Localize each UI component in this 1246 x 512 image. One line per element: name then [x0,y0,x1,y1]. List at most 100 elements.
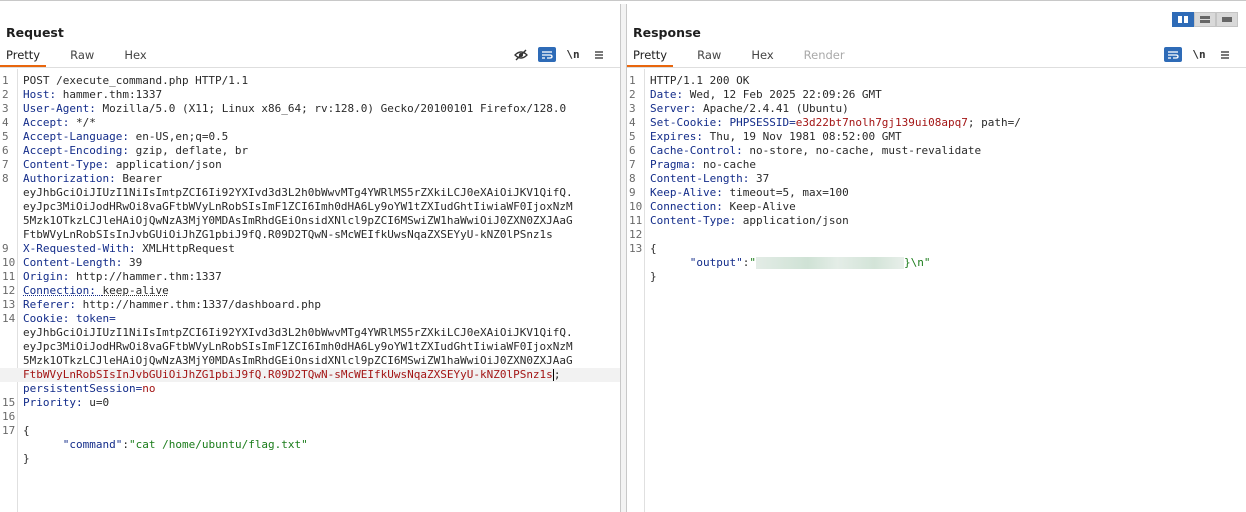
code-line-wrapped: eyJhbGciOiJIUzI1NiIsImtpZCI6Ii92YXIvd3d3… [0,186,620,200]
code-line: 2 Host: hammer.thm:1337 [2,88,163,101]
code-line-wrapped: eyJpc3MiOiJodHRwOi8vaGFtbWVyLnRobSIsImF1… [0,200,620,214]
code-line: 9 X-Requested-With: XMLHttpRequest [2,242,235,255]
code-line: 3 User-Agent: Mozilla/5.0 (X11; Linux x86… [2,102,567,115]
header-value: Bearer [122,172,163,185]
code-line-wrapped: persistentSession=no [23,382,156,395]
header-value: keep-alive [102,284,169,297]
cookie-value: e3d22bt7nolh7gj139ui08apq7 [795,116,968,129]
request-editor[interactable]: 1 POST /execute_command.php HTTP/1.1 2 Hos… [0,69,620,512]
header-name: Pragma [650,158,690,171]
newline-icon[interactable]: \n [564,47,582,62]
header-value: Thu, 19 Nov 1981 08:52:00 GMT [709,130,902,143]
header-value: Apache/2.4.41 (Ubuntu) [703,102,849,115]
split-vertical-icon[interactable] [1194,12,1216,27]
response-editor[interactable]: 1 HTTP/1.1 200 OK 2 Date: Wed, 12 Feb 2025… [627,69,1246,512]
response-pane: Response Pretty Raw Hex Render \n 1 HTTP/… [626,4,1246,512]
code-line: 12 [629,228,643,241]
header-name: User-Agent [23,102,90,115]
code-line: 10 Connection: Keep-Alive [629,200,796,213]
code-line: 1 POST /execute_command.php HTTP/1.1 [2,74,249,87]
header-value: application/json [742,214,849,227]
response-tab-pretty[interactable]: Pretty [627,47,674,67]
cookie-value: no [142,382,156,395]
code-line: 11 Content-Type: application/json [629,214,849,227]
cookie-token-line: eyJhbGciOiJIUzI1NiIsImtpZCI6Ii92YXIvd3d3… [23,326,573,339]
header-name: Accept [23,116,63,129]
header-value: gzip, deflate, br [135,144,249,157]
header-name: Content-Length [23,256,116,269]
menu-icon[interactable] [1216,47,1234,62]
cookie-header-name: Cookie [23,312,63,325]
code-line: 4 Accept: */* [2,116,96,129]
request-pane: Request Pretty Raw Hex \n 1 POST /execute… [0,4,621,512]
menu-icon[interactable] [590,47,608,62]
code-line: 2 Date: Wed, 12 Feb 2025 22:09:26 GMT [629,88,882,101]
cookie-token-line: FtbWVyLnRobSIsInJvbGUiOiJhZG1pbiJ9fQ.R09… [23,368,553,381]
code-line-wrapped: } [650,270,657,283]
json-key: "command" [62,438,123,451]
code-line-wrapped: "output":"}\n" [689,256,931,269]
header-name: Host [23,88,50,101]
split-horizontal-icon[interactable] [1172,12,1194,27]
tabs-view-icon[interactable] [1216,12,1238,27]
response-tab-render[interactable]: Render [798,47,851,67]
request-tab-hex[interactable]: Hex [118,47,152,67]
code-line: 8 Authorization: Bearer [2,172,163,185]
header-name: Authorization [23,172,110,185]
request-toolbar: \n [504,47,608,62]
code-line-wrapped: 5Mzk1OTkzLCJleHAiOjQwNzA3MjY0MDAsImRhdGE… [0,354,620,368]
header-value: no-store, no-cache, must-revalidate [749,144,982,157]
code-line: 7 Content-Type: application/json [2,158,222,171]
header-value: http://hammer.thm:1337/dashboard.php [82,298,322,311]
wrap-icon[interactable] [538,47,556,62]
cookie-name: PHPSESSID [729,116,790,129]
code-line-wrapped: eyJpc3MiOiJodHRwOi8vaGFtbWVyLnRobSIsImF1… [0,340,620,354]
header-value: en-US,en;q=0.5 [135,130,229,143]
code-line: 9 Keep-Alive: timeout=5, max=100 [629,186,849,199]
code-line-wrapped: "command":"cat /home/ubuntu/flag.txt" [62,438,308,451]
code-line: 4 Set-Cookie: PHPSESSID=e3d22bt7nolh7gj13… [629,116,1021,129]
header-value: 39 [128,256,143,269]
response-tab-raw[interactable]: Raw [691,47,727,67]
response-tab-hex[interactable]: Hex [745,47,779,67]
code-line: 6 Accept-Encoding: gzip, deflate, br [2,144,249,157]
header-name: Priority [23,396,76,409]
request-tab-raw[interactable]: Raw [64,47,100,67]
code-line: 6 Cache-Control: no-store, no-cache, must… [629,144,982,157]
request-tab-pretty[interactable]: Pretty [0,47,47,67]
header-value: Keep-Alive [729,200,796,213]
json-value: "cat /home/ubuntu/flag.txt" [128,438,308,451]
code-line-wrapped: } [23,452,30,465]
request-tabs: Pretty Raw Hex [0,47,171,67]
code-line: 13{ [629,242,657,255]
header-name: Content-Length [650,172,743,185]
header-name: Content-Type [23,158,103,171]
header-name: Accept-Language [23,130,123,143]
code-line: 5 Expires: Thu, 19 Nov 1981 08:52:00 GMT [629,130,902,143]
response-tabs: Pretty Raw Hex Render [627,47,869,67]
header-name: Referer [23,298,70,311]
code-line: 7 Pragma: no-cache [629,158,756,171]
header-value: */* [76,116,96,129]
header-value: no-cache [703,158,756,171]
header-name: Accept-Encoding [23,144,123,157]
header-name: Connection [650,200,717,213]
header-name: Origin [23,270,63,283]
header-value: u=0 [89,396,110,409]
json-key: "output" [689,256,743,269]
auth-token-line: eyJpc3MiOiJodHRwOi8vaGFtbWVyLnRobSIsImF1… [23,200,573,213]
auth-token-line: eyJhbGciOiJIUzI1NiIsImtpZCI6Ii92YXIvd3d3… [23,186,573,199]
header-value: 37 [755,172,770,185]
header-value: Mozilla/5.0 (X11; Linux x86_64; rv:128.0… [102,102,567,115]
header-value: XMLHttpRequest [142,242,235,255]
auth-token-line: 5Mzk1OTkzLCJleHAiOjQwNzA3MjY0MDAsImRhdGE… [23,214,573,227]
newline-icon[interactable]: \n [1190,47,1208,62]
code-line-wrapped: FtbWVyLnRobSIsInJvbGUiOiJhZG1pbiJ9fQ.R09… [0,368,620,382]
eye-slash-icon[interactable] [512,47,530,62]
auth-token-line: FtbWVyLnRobSIsInJvbGUiOiJhZG1pbiJ9fQ.R09… [23,228,553,241]
response-title: Response [633,25,701,40]
code-line-wrapped: eyJhbGciOiJIUzI1NiIsImtpZCI6Ii92YXIvd3d3… [0,326,620,340]
wrap-icon[interactable] [1164,47,1182,62]
header-value: hammer.thm:1337 [62,88,163,101]
code-line: 5 Accept-Language: en-US,en;q=0.5 [2,130,229,143]
